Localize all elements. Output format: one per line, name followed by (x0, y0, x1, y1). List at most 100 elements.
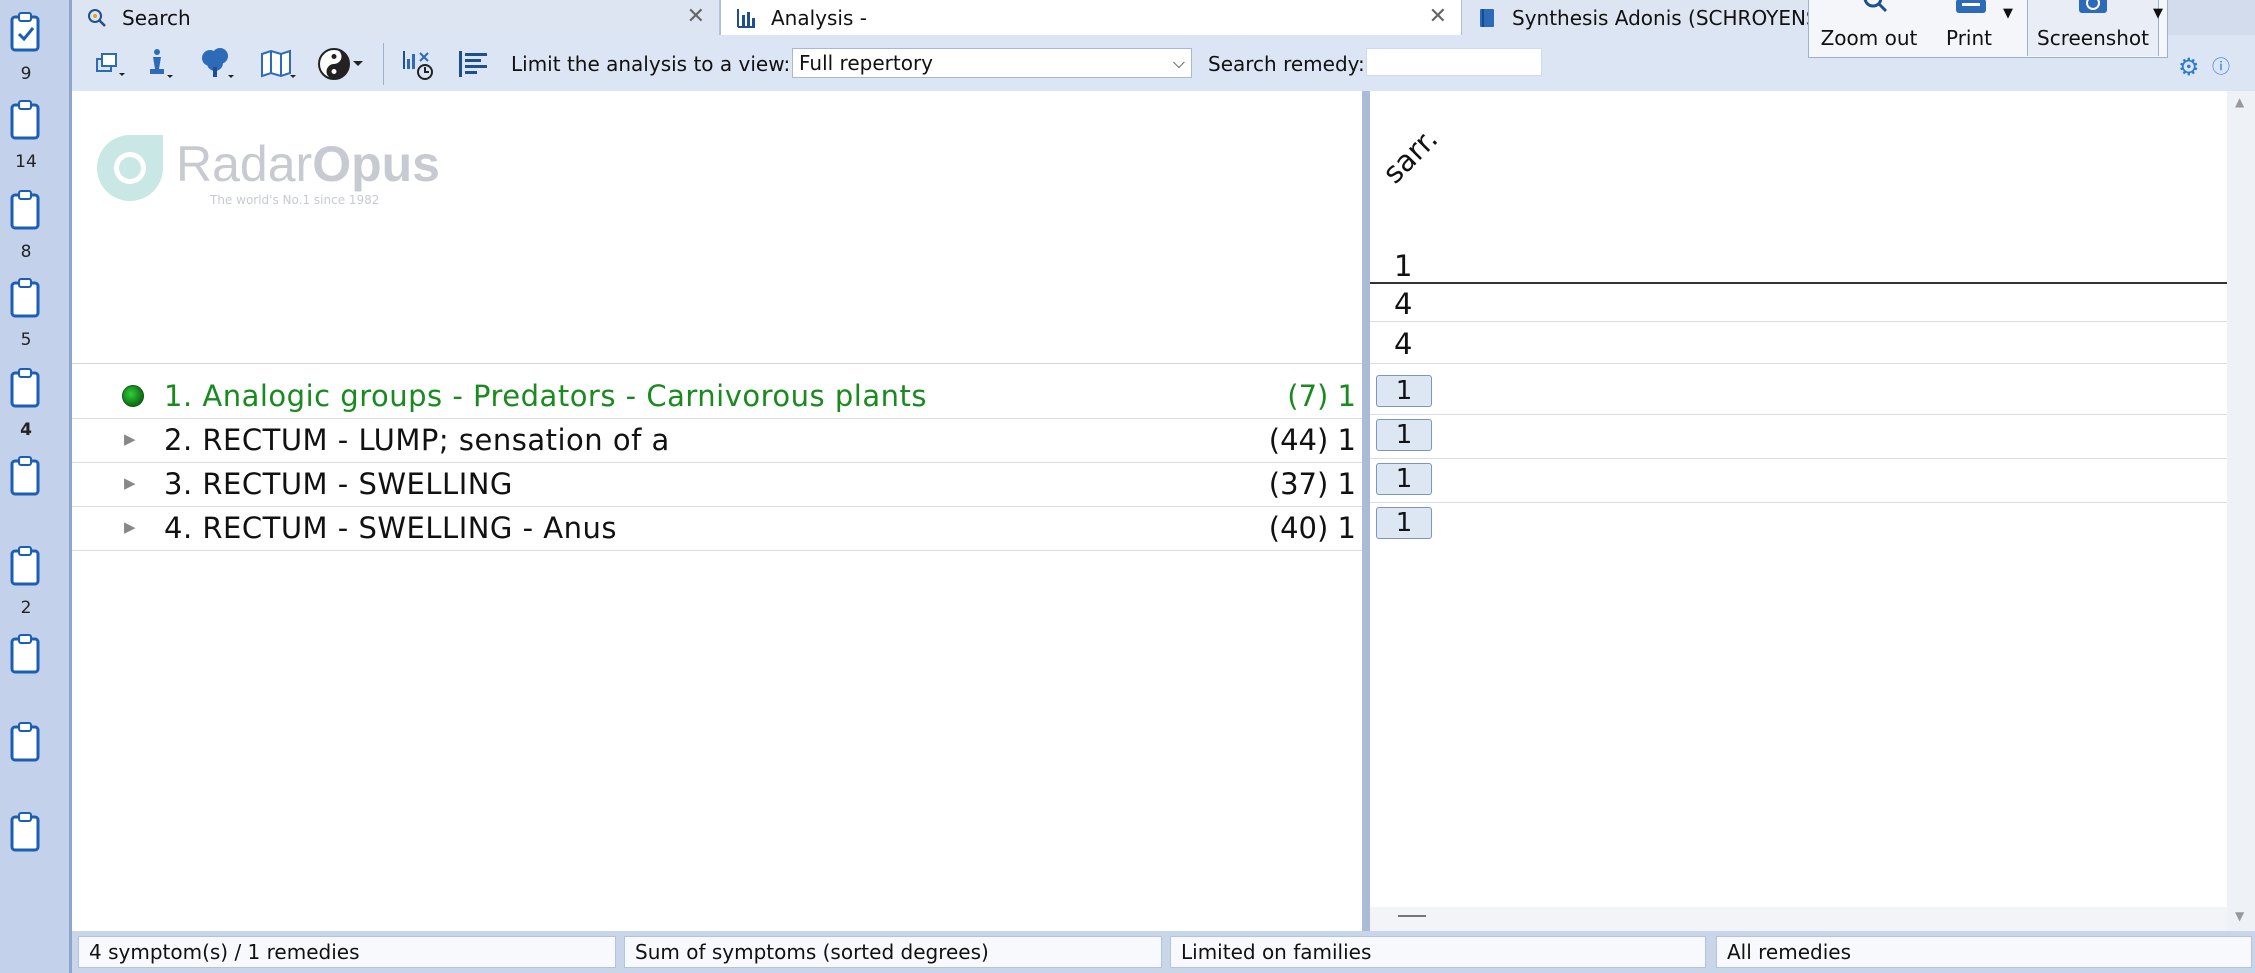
status-analysis-method[interactable]: Sum of symptoms (sorted degrees) (624, 936, 1162, 968)
status-symptom-count: 4 symptom(s) / 1 remedies (78, 936, 616, 968)
analysis-chart-icon (733, 5, 759, 31)
rubric-count: (44) 1 (1268, 423, 1356, 457)
help-icon[interactable]: ⓘ (2212, 53, 2230, 79)
rubric-row[interactable]: 1. Analogic groups - Predators - Carnivo… (72, 374, 1362, 419)
zoom-out-button[interactable]: Zoom out (1819, 0, 1919, 56)
rubric-row[interactable]: ▶ 3. RECTUM - SWELLING (37) 1 (72, 462, 1362, 507)
scroll-down-icon[interactable]: ▼ (2235, 909, 2244, 923)
grade-cell[interactable]: 1 (1376, 375, 1432, 407)
clipboard-icon (10, 278, 40, 318)
logo-word-light: Radar (176, 136, 313, 192)
clipboard-sidebar: 9 14 8 5 4 2 (0, 0, 72, 973)
clipboard-icon (10, 634, 40, 674)
tab-analysis-close-icon[interactable]: ✕ (1429, 4, 1447, 29)
panel-splitter[interactable] (1362, 91, 1370, 931)
rubric-count: (7) 1 (1287, 379, 1356, 413)
clipboard-count: 4 (20, 420, 32, 440)
analogic-group-bullet-icon (122, 385, 144, 407)
clipboard-1-button[interactable] (10, 12, 42, 54)
tab-search[interactable]: Search ✕ (72, 0, 720, 35)
print-button[interactable]: Print (1924, 0, 2014, 56)
scroll-up-icon[interactable]: ▲ (2235, 95, 2244, 109)
tree-icon[interactable] (198, 44, 238, 84)
rubric-count: (37) 1 (1268, 467, 1356, 501)
tab-analysis[interactable]: Analysis - ✕ (720, 0, 1462, 35)
divider (1370, 321, 2227, 322)
grade-cell[interactable]: 1 (1376, 463, 1432, 495)
clipboard-icon (10, 190, 40, 230)
status-limit[interactable]: Limited on families (1170, 936, 1706, 968)
clipboard-count: 8 (20, 242, 32, 262)
logo-wordmark: RadarOpus (176, 135, 440, 193)
gear-icon[interactable]: ⚙ (2178, 53, 2200, 81)
search-remedy-label: Search remedy: (1208, 52, 1365, 76)
limit-view-icon[interactable] (454, 44, 494, 84)
scroll-thumb[interactable] (1398, 915, 1426, 917)
zoom-out-label: Zoom out (1820, 26, 1918, 50)
print-dropdown-icon[interactable]: ▼ (2003, 6, 2013, 21)
tab-search-label: Search (122, 5, 191, 30)
screenshot-label: Screenshot (2037, 26, 2149, 50)
tab-synthesis-label: Synthesis Adonis (SCHROYENS F. ) (1512, 5, 1854, 30)
ribbon-actions: Zoom out Print ▼ Screenshot ▼ (1808, 0, 2168, 58)
expand-triangle-icon[interactable]: ▶ (124, 430, 136, 448)
search-remedy-input[interactable] (1366, 48, 1542, 76)
expand-triangle-icon[interactable]: ▶ (124, 474, 136, 492)
clipboard-count: 5 (20, 330, 32, 350)
logo-word-bold: Opus (312, 136, 440, 192)
divider (1370, 282, 2227, 284)
tab-analysis-label: Analysis - (771, 5, 867, 30)
rubric-count: (40) 1 (1268, 511, 1356, 545)
clipboard-8-button[interactable] (10, 634, 42, 676)
chess-piece-icon[interactable] (140, 44, 180, 84)
remedy-total-value: 1 (1394, 249, 1413, 283)
clipboard-9-button[interactable] (10, 722, 42, 764)
analysis-options-icon[interactable] (400, 44, 440, 84)
logo-mark-icon (97, 135, 163, 201)
print-label: Print (1945, 26, 1992, 50)
clipboard-icon (10, 456, 40, 496)
rubric-label: 4. RECTUM - SWELLING - Anus (164, 511, 618, 545)
divider (72, 363, 1362, 364)
rubric-label: 3. RECTUM - SWELLING (164, 467, 513, 501)
divider (1370, 502, 2227, 503)
logo-tagline: The world's No.1 since 1982 (210, 193, 380, 207)
clipboard-6-button[interactable] (10, 456, 42, 498)
divider (1370, 414, 2227, 415)
clipboard-7-button[interactable] (10, 546, 42, 588)
rubric-panel: RadarOpus The world's No.1 since 1982 1.… (72, 91, 1362, 931)
yin-yang-icon[interactable] (314, 44, 354, 84)
view-select[interactable]: Full repertory ⌵ (792, 48, 1192, 78)
remedy-column-header[interactable]: sarr. (1376, 122, 1444, 190)
grade-cell[interactable]: 1 (1376, 419, 1432, 451)
clipboard-icon (10, 12, 40, 52)
map-icon[interactable] (258, 44, 298, 84)
clipboard-3-button[interactable] (10, 190, 42, 232)
clipboard-count: 14 (15, 152, 37, 172)
camera-icon (2078, 0, 2108, 20)
vertical-scrollbar[interactable]: ▲ ▼ (2227, 91, 2255, 931)
screenshot-dropdown-icon[interactable]: ▼ (2153, 6, 2163, 21)
tab-search-close-icon[interactable]: ✕ (687, 4, 705, 29)
clipboard-2-button[interactable] (10, 100, 42, 142)
clipboard-icon (10, 812, 40, 852)
yin-yang-dropdown-icon[interactable] (350, 44, 366, 84)
status-bar: 4 symptom(s) / 1 remedies Sum of symptom… (72, 931, 2255, 973)
clipboard-5-button[interactable] (10, 368, 42, 410)
rubric-row[interactable]: ▶ 4. RECTUM - SWELLING - Anus (40) 1 (72, 506, 1362, 551)
clipboard-icon (10, 100, 40, 140)
clipboard-10-button[interactable] (10, 812, 42, 854)
rubric-row[interactable]: ▶ 2. RECTUM - LUMP; sensation of a (44) … (72, 418, 1362, 463)
clipboard-icon (10, 368, 40, 408)
grade-cell[interactable]: 1 (1376, 507, 1432, 539)
view-select-value: Full repertory (799, 51, 934, 75)
horizontal-scrollbar[interactable] (1370, 907, 2227, 931)
clipboard-4-button[interactable] (10, 278, 42, 320)
window-layout-icon[interactable] (90, 44, 130, 84)
toolbar-separator (383, 43, 384, 85)
expand-triangle-icon[interactable]: ▶ (124, 518, 136, 536)
screenshot-button[interactable]: Screenshot (2027, 0, 2159, 56)
remedy-degree-sum: 4 (1394, 327, 1413, 361)
status-remedy-filter[interactable]: All remedies (1716, 936, 2252, 968)
clipboard-count: 9 (20, 64, 32, 84)
